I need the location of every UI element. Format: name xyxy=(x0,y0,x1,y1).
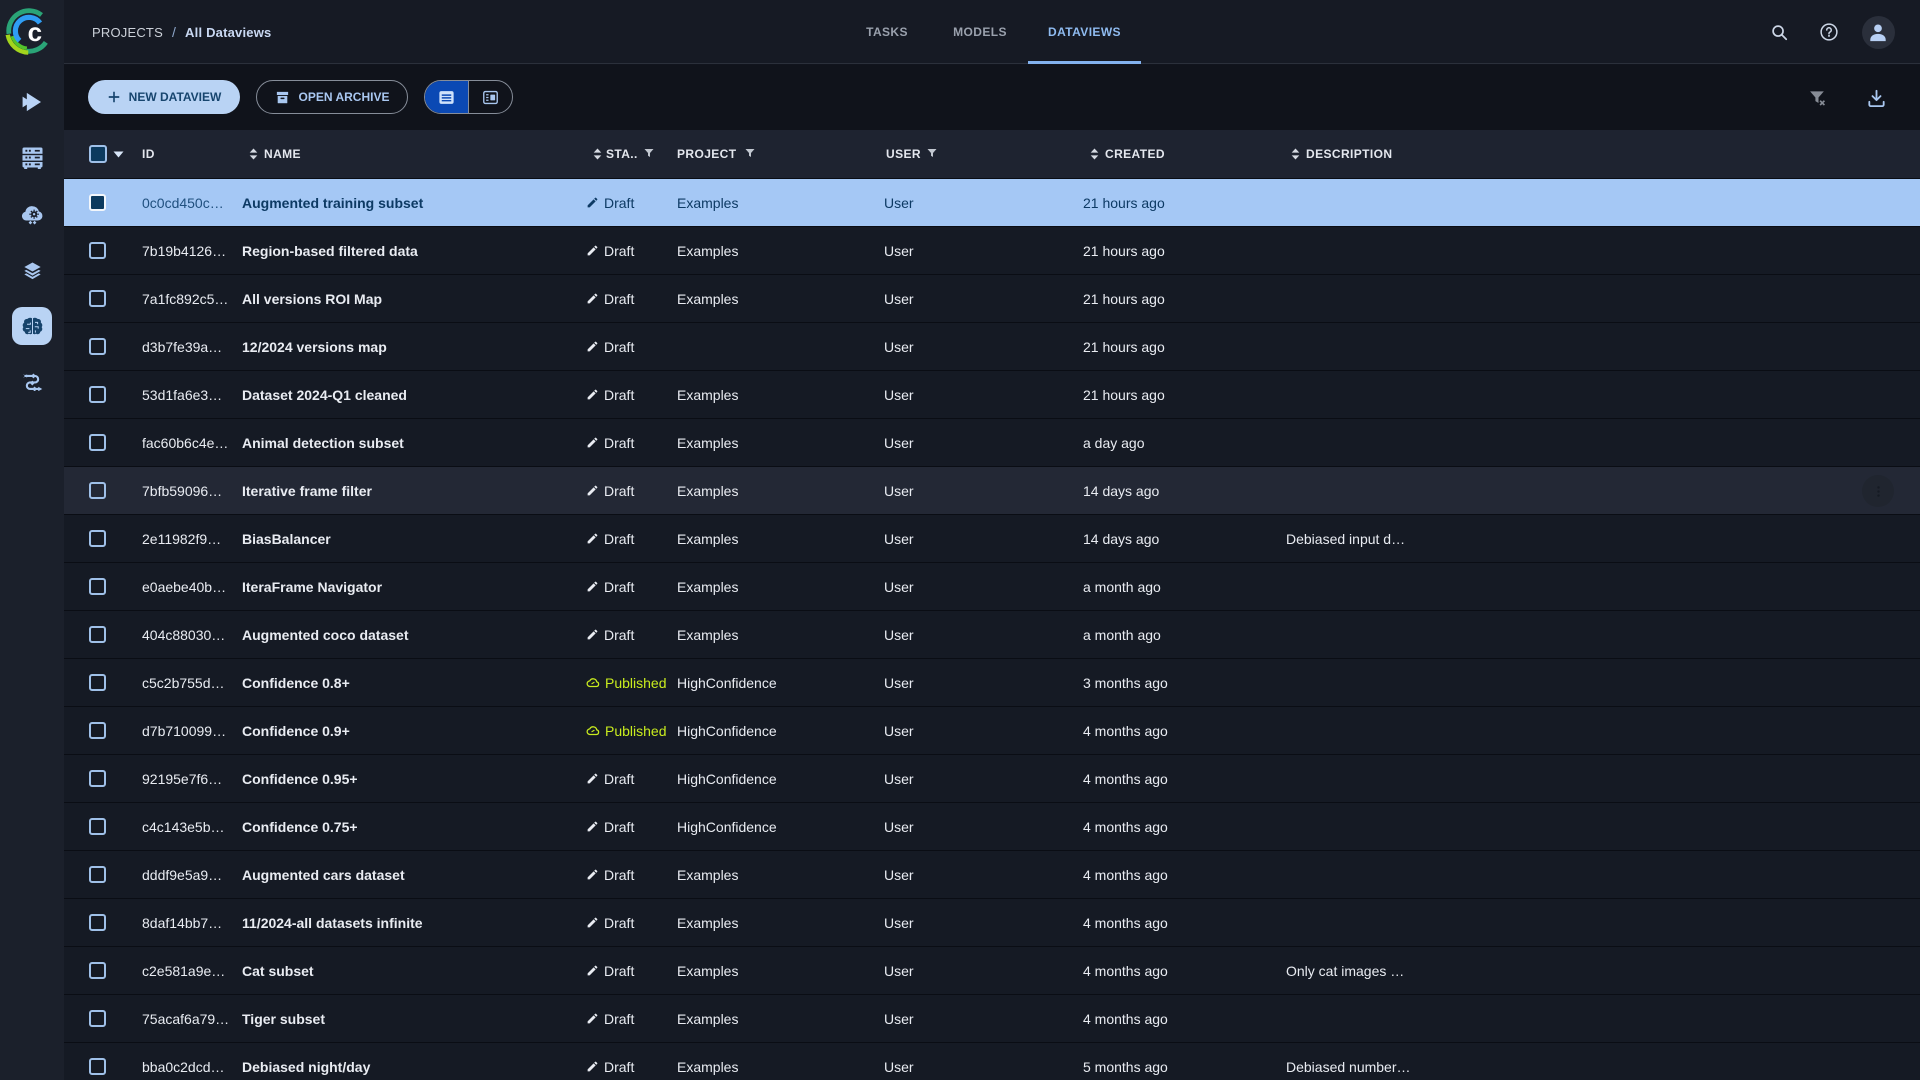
svg-text:c: c xyxy=(28,17,42,47)
